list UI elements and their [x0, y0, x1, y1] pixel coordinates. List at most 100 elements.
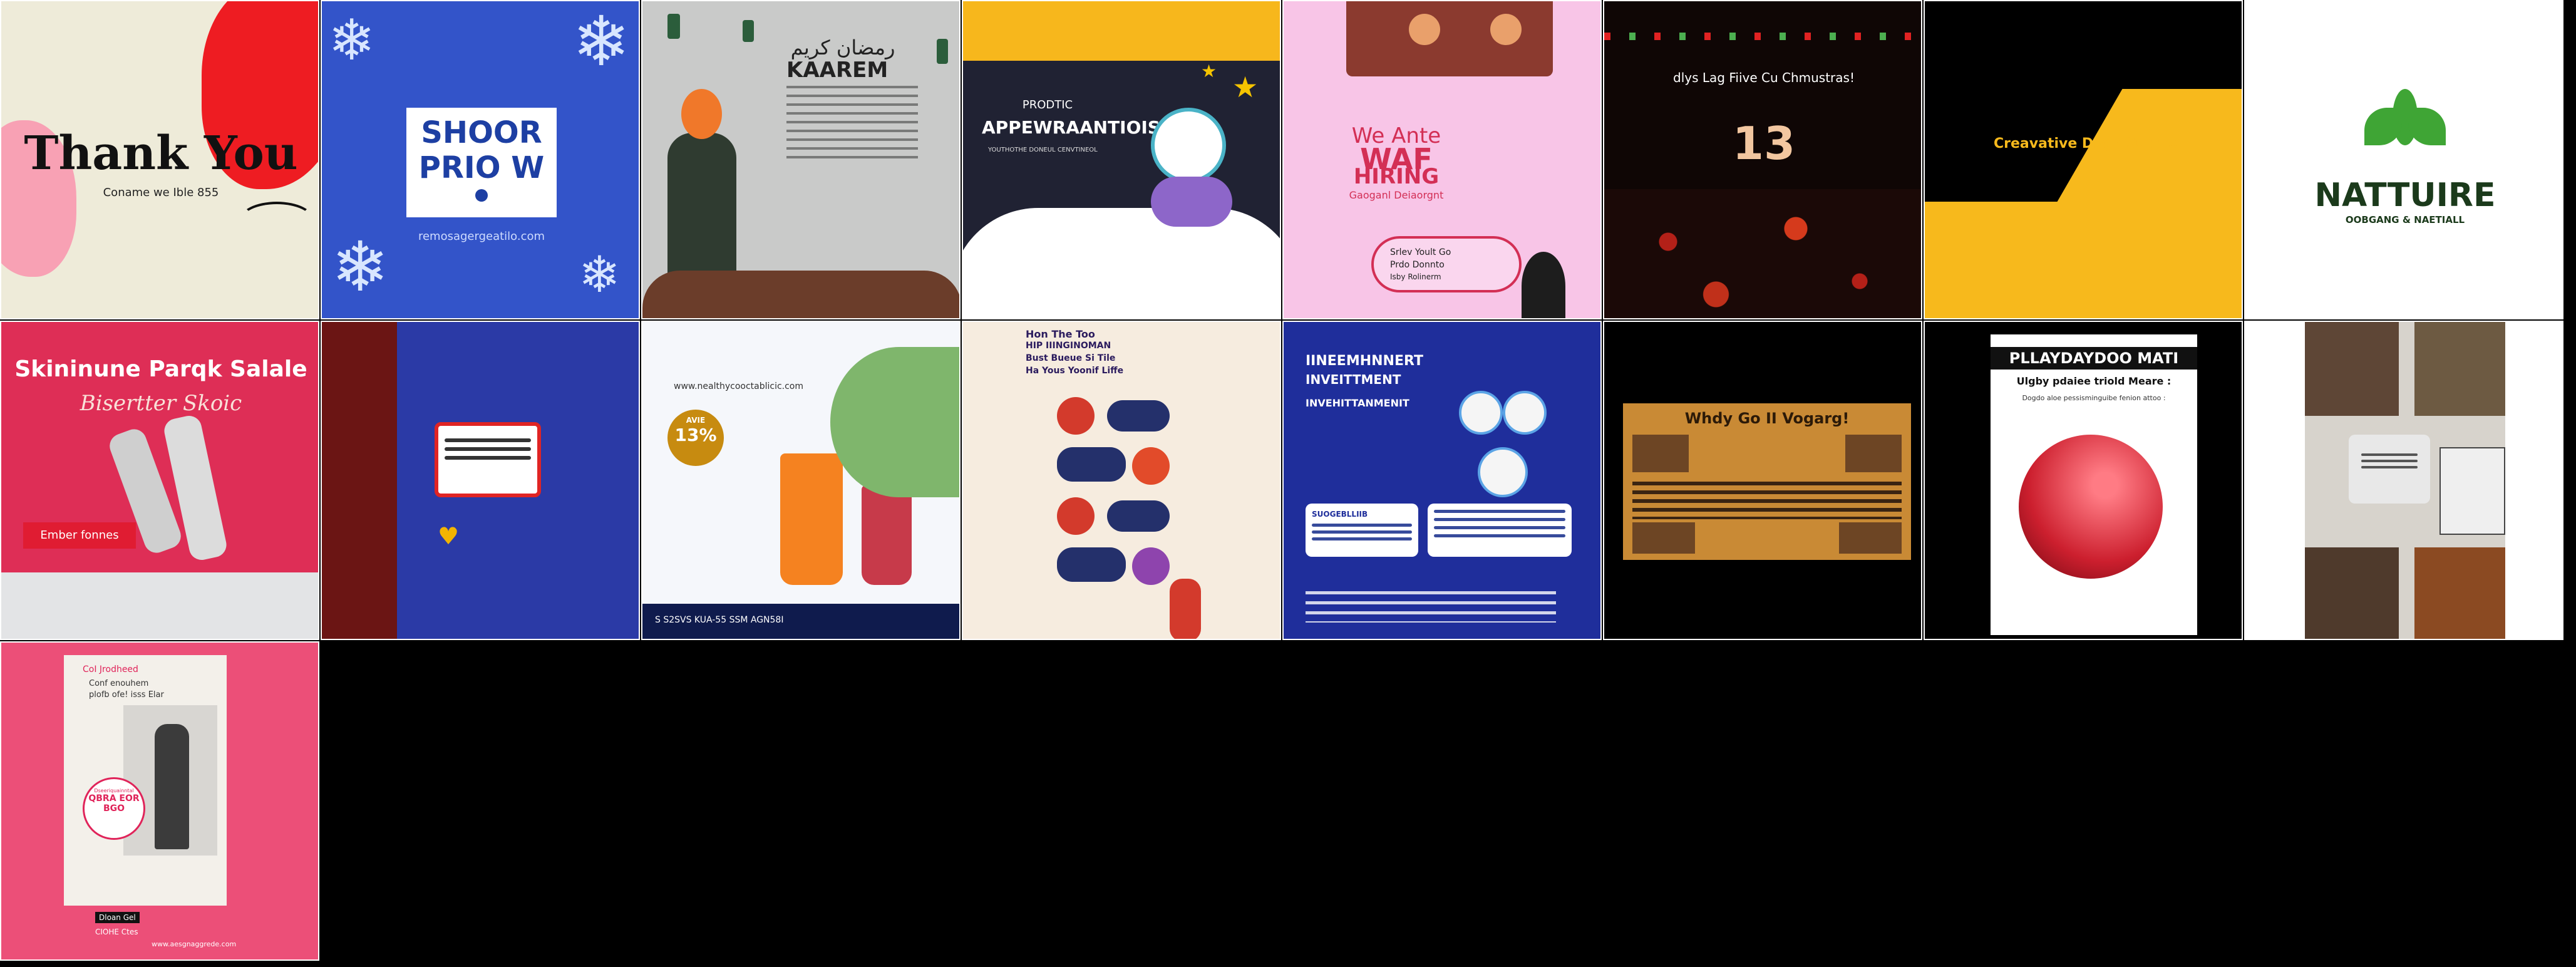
- title-card: SHOOR PRIO W: [406, 108, 557, 217]
- pill-item: [1057, 547, 1126, 582]
- photo-bottom-left: [2305, 547, 2399, 639]
- tile-creative-design[interactable]: Creavative Dsgn Suttiio: [1924, 0, 2243, 319]
- photo-bottom-right: [2414, 547, 2505, 639]
- photo-top-left: [2305, 322, 2399, 416]
- info-card-tag: SUOGEBLLIIB: [1312, 510, 1368, 519]
- investment-subtitle: INVEITTMENT: [1306, 372, 1401, 387]
- circle-item: [1057, 397, 1095, 435]
- website-text: remosagergeatilo.com: [418, 230, 545, 243]
- photo-middle-right: [2439, 447, 2505, 535]
- christmas-headline: dlys Lag Fiive Cu Chmustras!: [1673, 70, 1855, 85]
- person-avatar: [1490, 14, 1522, 45]
- tile-we-are-hiring[interactable]: We Ante WAF HIRING Gaoganl Deiaorgnt Srl…: [1282, 0, 1602, 319]
- tile-why-go[interactable]: Whdy Go II Vogarg!: [1603, 321, 1922, 640]
- fashion-text-1: Conf enouhem: [89, 679, 149, 688]
- tile-collage[interactable]: [2244, 321, 2563, 640]
- infographic-line-3: Bust Bueue Si Tile: [1026, 353, 1116, 363]
- creative-design-title: Creavative Dsgn Suttiio: [1994, 136, 2178, 152]
- lantern-icon: [937, 39, 948, 64]
- tile-kaarem[interactable]: رمضان كريم KAAREM: [641, 0, 961, 319]
- juice-footer-text: S S2SVS KUA-55 SSM AGN58I: [655, 615, 784, 625]
- info-card: [1428, 504, 1572, 557]
- plant-illustration: [1522, 252, 1565, 318]
- why-go-headline: Whdy Go II Vogarg!: [1684, 410, 1850, 427]
- tile-christmas[interactable]: dlys Lag Fiive Cu Chmustras! 13: [1603, 0, 1922, 319]
- juice-glass-red: [862, 485, 912, 585]
- heart-icon: ♥: [438, 522, 460, 550]
- hiring-line-4: Gaoganl Deiaorgnt: [1349, 189, 1444, 201]
- tile-shoor-priow[interactable]: ❄ ❄ ❄ ❄ SHOOR PRIO W remosagergeatilo.co…: [321, 0, 640, 319]
- badge-top-text: AVIE: [686, 416, 706, 425]
- tile-window-dialog[interactable]: ♥: [321, 321, 640, 640]
- star-icon: ★: [1201, 61, 1217, 81]
- tile-appewraantiois[interactable]: PRODTIC APPEWRAANTIOIS YOUTHOTHE DONEUL …: [962, 0, 1281, 319]
- discount-badge: AVIE 13%: [667, 410, 724, 466]
- star-icon: ★: [1232, 70, 1259, 104]
- photo-thumbnail: [1632, 435, 1689, 472]
- stamp-line-2: QBRA EOR: [88, 794, 140, 804]
- fashion-text-2: plofb ofe! isss Elar: [89, 690, 164, 700]
- arabic-calligraphy: رمضان كريم: [790, 36, 895, 59]
- skincare-script: Bisertter Skoic: [80, 391, 242, 416]
- countdown-number: 13: [1732, 117, 1796, 170]
- stamp-line-3: BGO: [103, 804, 125, 814]
- shop-button[interactable]: Ember fonnes: [23, 522, 136, 549]
- portrait-avatar: [1478, 447, 1528, 497]
- fashion-label: CoI Jrodheed: [83, 664, 138, 675]
- portrait-avatar: [1503, 391, 1547, 435]
- photo-top-right: [2414, 322, 2505, 416]
- photo-thumbnail: [1839, 522, 1902, 554]
- info-card: SUOGEBLLIIB: [1306, 504, 1418, 557]
- cloud-shape: [963, 208, 1280, 318]
- ornament-icon: [475, 189, 488, 202]
- string-lights: [1604, 33, 1921, 40]
- snowflake-icon: ❄: [579, 246, 621, 304]
- pill-item: [1107, 500, 1170, 532]
- portrait-avatar: [1459, 391, 1503, 435]
- yellow-shape: [1925, 202, 2242, 318]
- tile-skincare[interactable]: Skininune Parqk Salale Bisertter Skoic E…: [0, 321, 319, 640]
- juice-url: www.nealthycooctablicic.com: [674, 381, 804, 391]
- person-avatar: [1409, 14, 1440, 45]
- tile-investment[interactable]: IINEEMHNNERT INVEITTMENT INVEHITTANMENIT…: [1282, 321, 1602, 640]
- squiggle-line: [239, 202, 314, 239]
- red-sphere: [2019, 435, 2163, 579]
- apply-bubble-line-1: Srlev Yoult Go: [1390, 247, 1451, 257]
- tile-pink-fashion[interactable]: CoI Jrodheed Conf enouhem plofb ofe! iss…: [0, 641, 319, 961]
- dialog-window[interactable]: [435, 422, 541, 497]
- lantern-icon: [743, 20, 754, 42]
- note-card: [2349, 435, 2430, 504]
- playdaydoo-subtitle: Ulgby pdaiee triold Meare :: [2016, 375, 2172, 387]
- tile-playdaydoo[interactable]: PLLAYDAYDOO MATI Ulgby pdaiee triold Mea…: [1924, 321, 2243, 640]
- yellow-slope: [2050, 89, 2242, 214]
- dark-red-strip: [322, 322, 397, 639]
- thank-you-subtitle: Coname we Ible 855: [103, 186, 219, 199]
- paragraph-lines: [786, 86, 918, 161]
- skincare-title: Skininune Parqk Salale: [14, 356, 307, 382]
- infographic-line-4: Ha Yous Yoonif Liffe: [1026, 366, 1124, 376]
- tile-juice[interactable]: www.nealthycooctablicic.com AVIE 13% S S…: [641, 321, 961, 640]
- circle-item: [1132, 547, 1170, 585]
- snowflake-icon: ❄: [572, 1, 631, 81]
- title-line-2: PRIO W: [418, 150, 545, 185]
- kaarem-title: KAAREM: [786, 58, 889, 83]
- infographic-line-1: Hon The Too: [1026, 328, 1095, 340]
- office-illustration: [1346, 1, 1553, 76]
- fashion-footer-2: CIOHE Ctes: [95, 928, 138, 936]
- text-strip: [1632, 482, 1902, 519]
- leaf-icon: [2364, 89, 2446, 170]
- circle-item: [1132, 447, 1170, 485]
- infographic-line-2: HIP IIINGINOMAN: [1026, 341, 1111, 351]
- subtitle-text: YOUTHOTHE DONEUL CENVTINEOL: [988, 147, 1098, 153]
- yellow-banner: [963, 1, 1280, 61]
- badge-value: 13%: [674, 425, 717, 445]
- pill-item: [1057, 447, 1126, 482]
- tile-infographic[interactable]: Hon The Too HIP IIINGINOMAN Bust Bueue S…: [962, 321, 1281, 640]
- fashion-footer-1: Dloan Gel: [95, 912, 140, 923]
- investment-headline: INVEHITTANMENIT: [1306, 397, 1409, 409]
- tile-thank-you[interactable]: Thank You Coname we Ible 855: [0, 0, 319, 319]
- unicorn-body: [1151, 177, 1232, 227]
- tile-natture[interactable]: NATTUIRE OOBGANG & NAETIALL: [2244, 0, 2563, 319]
- lantern-icon: [667, 14, 680, 39]
- playdaydoo-text: Dogdo aloe pessisminguibe fenion attoo :: [2022, 394, 2166, 402]
